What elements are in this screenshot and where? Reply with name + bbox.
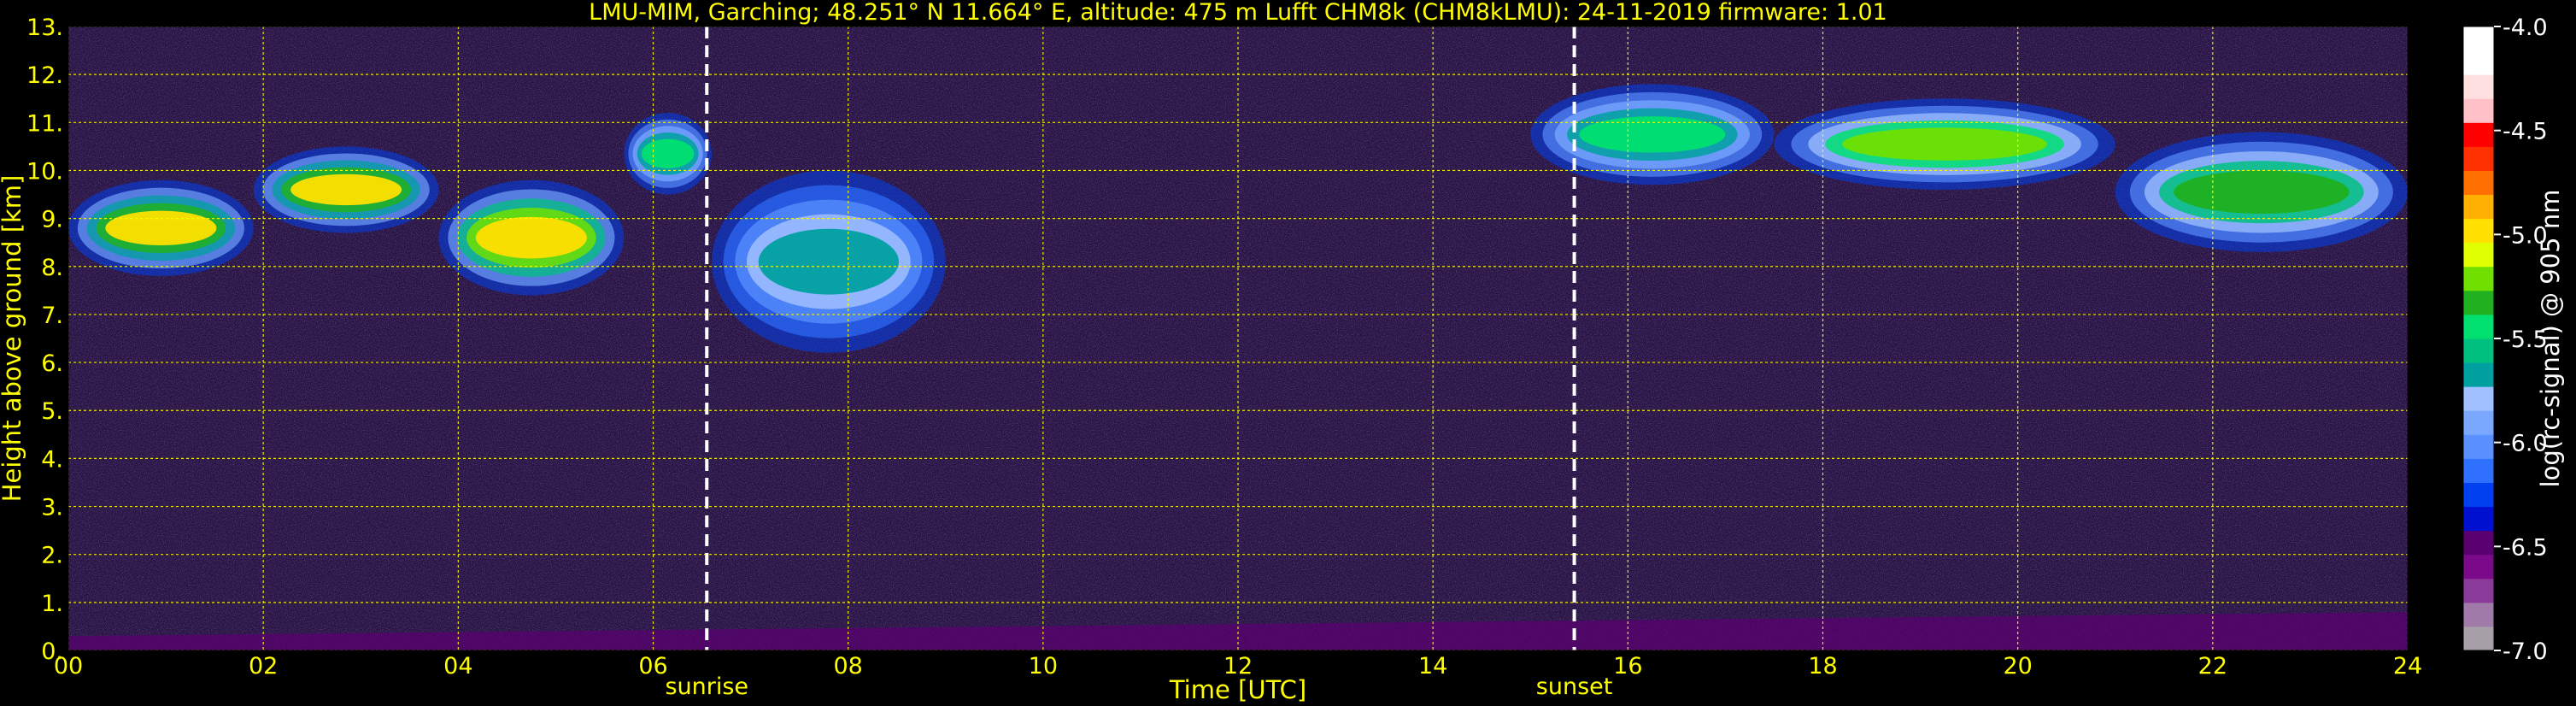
cloud-band [475, 216, 587, 259]
y-tick-label: 4. [41, 446, 63, 473]
x-tick-label: 24 [2393, 653, 2422, 680]
colorbar-tick-label: -4.0 [2503, 15, 2548, 41]
colorbar-swatch [2463, 506, 2494, 532]
colorbar [2462, 26, 2495, 651]
colorbar-swatch [2463, 530, 2494, 556]
colorbar-swatch [2463, 218, 2494, 244]
x-tick-label: 16 [1613, 653, 1642, 680]
colorbar-swatch [2463, 410, 2494, 435]
colorbar-swatch [2463, 602, 2494, 627]
cloud-band [105, 210, 217, 246]
x-tick-label: 22 [2198, 653, 2227, 680]
x-tick-label: 14 [1418, 653, 1447, 680]
colorbar-swatch [2463, 170, 2494, 196]
cloud-layer [253, 146, 439, 233]
cloud-band [758, 228, 899, 295]
y-tick-label: 10. [26, 158, 63, 185]
cloud-layer [2115, 132, 2408, 252]
y-tick-label: 7. [41, 303, 63, 329]
cloud-band [641, 138, 695, 168]
colorbar-swatch [2463, 74, 2494, 99]
cloud-band [290, 174, 402, 206]
colorbar-swatch [2463, 458, 2494, 483]
event-labels: sunrise sunset [665, 674, 1612, 700]
cloud-layer [711, 170, 946, 353]
colorbar-swatch [2463, 146, 2494, 171]
colorbar-swatch [2463, 242, 2494, 268]
colorbar-swatch [2463, 362, 2494, 387]
colorbar-tick-label: -4.5 [2503, 119, 2548, 145]
sunset-label: sunset [1536, 674, 1613, 700]
y-axis-label: Height above ground [km] [0, 175, 26, 503]
cloud-band [1842, 127, 2047, 161]
chart-title: LMU-MIM, Garching; 48.251° N 11.664° E, … [589, 0, 1887, 26]
x-tick-label: 04 [443, 653, 472, 680]
colorbar-swatch [2463, 194, 2494, 220]
y-tick-label: 13. [26, 15, 63, 41]
cloud-layer [68, 179, 254, 276]
colorbar-swatch [2463, 386, 2494, 411]
colorbar-swatch [2463, 98, 2494, 123]
y-tick-label: 12. [26, 62, 63, 89]
x-tick-label: 18 [1808, 653, 1837, 680]
x-tick-label: 06 [638, 653, 667, 680]
y-tick-label: 9. [41, 207, 63, 233]
y-tick-label: 0. [41, 638, 63, 665]
sunrise-label: sunrise [665, 674, 748, 700]
colorbar-swatch [2463, 482, 2494, 508]
y-tick-label: 11. [26, 110, 63, 137]
plot-area [68, 26, 2408, 650]
x-tick-label: 10 [1029, 653, 1058, 680]
colorbar-tick-label: -7.0 [2503, 638, 2548, 665]
x-tick-label: 20 [2003, 653, 2032, 680]
x-tick-label: 02 [249, 653, 278, 680]
colorbar-swatch [2463, 338, 2494, 363]
colorbar-swatch [2463, 26, 2494, 51]
colorbar-swatch [2463, 314, 2494, 339]
cloud-layer [1530, 84, 1775, 185]
ceilometer-chart: LMU-MIM, Garching; 48.251° N 11.664° E, … [0, 0, 2565, 704]
y-tick-label: 5. [41, 398, 63, 425]
y-axis-ticks: 0. 1. 2. 3. 4. 5. 6. 7. 8. 9. 10. 11. 12. 13. [26, 15, 63, 665]
cloud-layer [1774, 98, 2115, 190]
cloud-band [2174, 170, 2350, 214]
y-tick-label: 1. [41, 591, 63, 617]
x-tick-label: 08 [833, 653, 862, 680]
colorbar-label: log(rc-signal) @ 905 nm [2536, 190, 2565, 488]
colorbar-tick-label: -6.5 [2503, 534, 2548, 561]
colorbar-swatch [2463, 290, 2494, 315]
y-tick-label: 3. [41, 495, 63, 521]
colorbar-swatch [2463, 122, 2494, 147]
colorbar-swatch [2463, 578, 2494, 603]
colorbar-swatch [2463, 266, 2494, 291]
colorbar-swatch [2463, 554, 2494, 580]
y-tick-label: 6. [41, 350, 63, 377]
y-tick-label: 8. [41, 255, 63, 281]
colorbar-swatch [2463, 626, 2494, 651]
cloud-layer [438, 179, 625, 296]
colorbar-swatch [2463, 50, 2494, 75]
cloud-layer [624, 113, 712, 195]
colorbar-swatch [2463, 434, 2494, 459]
y-tick-label: 2. [41, 543, 63, 569]
x-axis-label: Time [UTC] [1169, 675, 1306, 704]
cloud-band [1579, 116, 1726, 153]
